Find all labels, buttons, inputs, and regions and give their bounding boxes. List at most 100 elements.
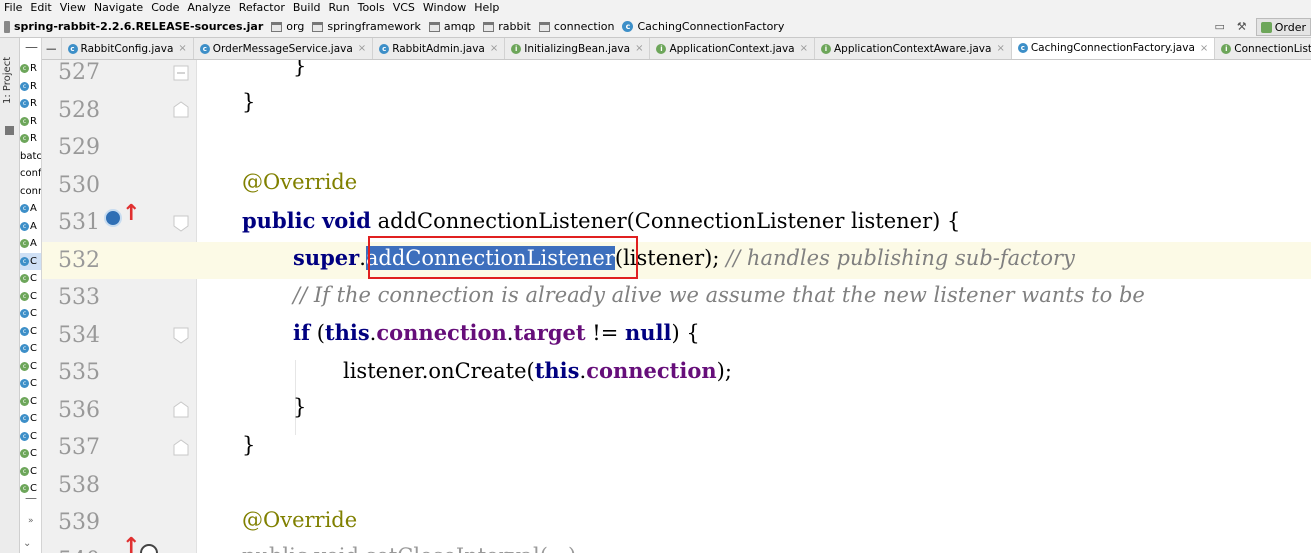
- line-number[interactable]: 540: [58, 548, 100, 553]
- tree-item[interactable]: cA: [20, 218, 41, 235]
- tree-item[interactable]: cC: [20, 428, 41, 445]
- tab-applicationcontextaware[interactable]: i ApplicationContextAware.java ×: [815, 38, 1012, 59]
- code-line-534[interactable]: if (this.connection.target != null) {: [293, 320, 700, 345]
- tree-item[interactable]: cR: [20, 78, 41, 95]
- tree-item[interactable]: cC: [20, 323, 41, 340]
- tree-item[interactable]: cA: [20, 235, 41, 252]
- expand-chevron-icon[interactable]: »: [28, 516, 34, 526]
- fold-marker-icon[interactable]: [172, 401, 190, 419]
- tab-applicationcontext[interactable]: i ApplicationContext.java ×: [650, 38, 815, 59]
- hammer-icon[interactable]: ⚒: [1234, 19, 1250, 35]
- override-arrow-up-icon[interactable]: ↑: [122, 201, 140, 226]
- tree-item[interactable]: cC: [20, 270, 41, 287]
- line-number[interactable]: 528: [58, 98, 100, 123]
- menu-item-code[interactable]: Code: [151, 1, 179, 15]
- code-line-535[interactable]: listener.onCreate(this.connection);: [343, 358, 732, 383]
- line-number[interactable]: 531: [58, 210, 100, 235]
- tree-item[interactable]: cA: [20, 200, 41, 217]
- breadcrumb-item[interactable]: amqp: [428, 20, 475, 33]
- line-number[interactable]: 530: [58, 173, 100, 198]
- collapse-icon[interactable]: —: [25, 40, 38, 55]
- close-icon[interactable]: ×: [635, 43, 643, 54]
- tree-item[interactable]: cC: [20, 305, 41, 322]
- tree-item[interactable]: cC: [20, 463, 41, 480]
- close-icon[interactable]: ×: [178, 43, 186, 54]
- code-line-539[interactable]: @Override: [242, 508, 357, 532]
- tree-item[interactable]: cC: [20, 375, 41, 392]
- tree-item[interactable]: cC: [20, 410, 41, 427]
- tab-rabbitconfig[interactable]: c RabbitConfig.java ×: [62, 38, 194, 59]
- tree-item[interactable]: confi: [20, 165, 41, 182]
- project-tree[interactable]: — cRcRcRcRcRbatchconficonncAcAcAcCcCcCcC…: [20, 38, 42, 553]
- line-number[interactable]: 538: [58, 473, 100, 498]
- code-editor[interactable]: 527 528 529 530 531 532 533 534 535 536 537 538 539 5…: [42, 60, 1311, 553]
- code-line-530[interactable]: @Override: [242, 170, 357, 194]
- menu-item-view[interactable]: View: [60, 1, 86, 15]
- line-number[interactable]: 539: [58, 510, 100, 535]
- fold-marker-icon[interactable]: [172, 439, 190, 457]
- fold-marker-icon[interactable]: [172, 326, 190, 344]
- structure-icon[interactable]: [5, 126, 14, 135]
- close-icon[interactable]: ×: [1200, 43, 1208, 54]
- menu-item-edit[interactable]: Edit: [30, 1, 51, 15]
- breadcrumb-item[interactable]: org: [271, 20, 304, 33]
- menu-item-navigate[interactable]: Navigate: [94, 1, 143, 15]
- layout-icon[interactable]: ▭: [1212, 19, 1228, 35]
- code-line-531[interactable]: public void addConnectionListener(Connec…: [242, 208, 960, 233]
- close-icon[interactable]: ×: [996, 43, 1004, 54]
- dropdown-chevron-icon[interactable]: ⌄: [23, 538, 31, 549]
- menu-item-run[interactable]: Run: [329, 1, 350, 15]
- tree-item[interactable]: cC: [20, 340, 41, 357]
- breadcrumb-item[interactable]: connection: [538, 20, 614, 33]
- tab-connectionlistener[interactable]: iConnectionListener.java×: [1215, 38, 1311, 59]
- tree-item[interactable]: cC: [20, 252, 41, 270]
- breadcrumb-item[interactable]: springframework: [312, 20, 421, 33]
- code-line-540[interactable]: public void setCloseInterval(...): [242, 544, 576, 553]
- tree-item[interactable]: batch: [20, 148, 41, 165]
- tree-item[interactable]: cC: [20, 358, 41, 375]
- override-arrow-up-icon-540[interactable]: ↑: [122, 534, 140, 553]
- code-line-533[interactable]: // If the connection is already alive we…: [293, 283, 1145, 307]
- line-number[interactable]: 536: [58, 398, 100, 423]
- code-line-537[interactable]: }: [242, 433, 255, 457]
- line-number[interactable]: 537: [58, 435, 100, 460]
- tree-item[interactable]: cC: [20, 445, 41, 462]
- line-number[interactable]: 535: [58, 360, 100, 385]
- tab-rabbitadmin[interactable]: c RabbitAdmin.java ×: [373, 38, 506, 59]
- tree-item[interactable]: cC: [20, 393, 41, 410]
- line-number[interactable]: 533: [58, 285, 100, 310]
- fold-marker-icon[interactable]: [172, 214, 190, 232]
- code-line-527[interactable]: }: [293, 60, 306, 78]
- run-config-selector[interactable]: Order: [1255, 18, 1311, 36]
- tree-item[interactable]: cR: [20, 130, 41, 147]
- line-number[interactable]: 532: [58, 248, 100, 273]
- tree-item[interactable]: cR: [20, 113, 41, 130]
- menu-item-refactor[interactable]: Refactor: [239, 1, 285, 15]
- code-line-536[interactable]: }: [293, 395, 306, 419]
- close-icon[interactable]: ×: [358, 43, 366, 54]
- breadcrumb-item[interactable]: spring-rabbit-2.2.6.RELEASE-sources.jar: [4, 20, 263, 33]
- implements-method-icon[interactable]: [104, 209, 122, 227]
- close-icon[interactable]: ×: [800, 43, 808, 54]
- menu-item-tools[interactable]: Tools: [358, 1, 385, 15]
- fold-marker-icon[interactable]: [172, 64, 190, 82]
- tab-initializingbean[interactable]: i InitializingBean.java ×: [505, 38, 651, 59]
- menu-item-vcs[interactable]: VCS: [393, 1, 415, 15]
- tree-item[interactable]: cC: [20, 288, 41, 305]
- tab-ordermessageservice[interactable]: c OrderMessageService.java ×: [194, 38, 374, 59]
- menu-item-window[interactable]: Window: [423, 1, 466, 15]
- tab-menu-icon[interactable]: —: [42, 38, 62, 59]
- menu-item-build[interactable]: Build: [293, 1, 321, 15]
- tree-item[interactable]: cR: [20, 95, 41, 112]
- tree-item[interactable]: conn: [20, 183, 41, 200]
- fold-marker-icon[interactable]: [172, 101, 190, 119]
- tab-cachingconnectionfactory[interactable]: c CachingConnectionFactory.java ×: [1011, 38, 1216, 59]
- line-number[interactable]: 529: [58, 135, 100, 160]
- tree-item[interactable]: cR: [20, 60, 41, 77]
- breadcrumb-item[interactable]: c CachingConnectionFactory: [622, 20, 784, 33]
- code-line-528[interactable]: }: [242, 90, 255, 114]
- breadcrumb-item[interactable]: rabbit: [483, 20, 531, 33]
- project-tool-button[interactable]: 1: Project: [2, 44, 13, 104]
- menu-item-help[interactable]: Help: [474, 1, 499, 15]
- line-number[interactable]: 534: [58, 323, 100, 348]
